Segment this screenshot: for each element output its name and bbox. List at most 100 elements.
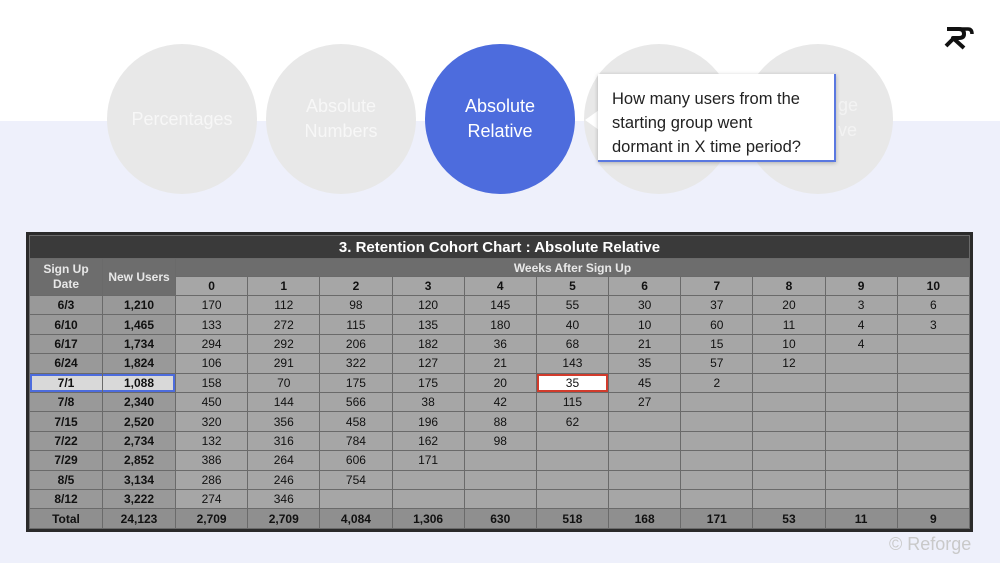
retention-value-cell bbox=[824, 430, 898, 452]
retention-value-cell bbox=[896, 353, 971, 374]
retention-value-cell: 11 bbox=[752, 314, 826, 335]
retention-value-cell: 115 bbox=[535, 392, 610, 413]
retention-value-cell: 135 bbox=[391, 314, 465, 335]
retention-value-cell: 35 bbox=[608, 353, 682, 374]
cohort-row: 6/17 1,734 294 292 206 182 36 68 21 15 10 4 bbox=[29, 333, 971, 355]
retention-value-cell: 57 bbox=[680, 353, 754, 374]
week-header-cell: 9 bbox=[824, 276, 898, 296]
week-header-cell: 7 bbox=[680, 276, 754, 296]
retention-value-cell bbox=[752, 372, 826, 394]
week-header-cell: 10 bbox=[896, 276, 971, 296]
sign-up-date-cell: 7/1 bbox=[29, 372, 103, 394]
view-mode-label: Absolute Relative bbox=[464, 96, 536, 141]
cohort-row: 6/3 1,210 170 112 98 120 145 55 30 37 20 3 6 bbox=[29, 294, 971, 316]
retention-value-cell bbox=[896, 489, 971, 510]
retention-value-cell bbox=[391, 469, 465, 491]
week-header-cell: 5 bbox=[535, 276, 610, 296]
view-mode-circle-2[interactable]: Absolute Relative bbox=[425, 44, 575, 194]
retention-value-cell bbox=[752, 489, 826, 510]
retention-value-cell: 450 bbox=[174, 392, 249, 413]
retention-value-cell: 38 bbox=[391, 392, 465, 413]
retention-value-cell: 20 bbox=[752, 294, 826, 316]
retention-value-cell bbox=[680, 450, 754, 471]
cohort-row: 7/15 2,520 320 356 458 196 88 62 bbox=[29, 411, 971, 432]
retention-value-cell bbox=[680, 469, 754, 491]
retention-value-cell: 162 bbox=[391, 430, 465, 452]
week-header-cell: 1 bbox=[247, 276, 321, 296]
retention-value-cell: 42 bbox=[463, 392, 537, 413]
sign-up-date-cell: 6/17 bbox=[29, 333, 103, 355]
retention-value-cell: 356 bbox=[247, 411, 321, 432]
retention-value-cell: 144 bbox=[247, 392, 321, 413]
total-value-cell: 53 bbox=[752, 508, 826, 529]
total-value-cell: 11 bbox=[824, 508, 898, 529]
new-users-cell: 1,734 bbox=[102, 333, 176, 355]
retention-value-cell: 70 bbox=[247, 372, 321, 394]
total-value-cell: 9 bbox=[896, 508, 971, 529]
view-mode-circle-1[interactable]: Absolute Numbers bbox=[266, 44, 416, 194]
view-mode-circle-0[interactable]: Percentages bbox=[107, 44, 257, 194]
total-value-cell: 171 bbox=[680, 508, 754, 529]
sign-up-date-cell: 7/15 bbox=[29, 411, 103, 432]
week-header-cell: 6 bbox=[608, 276, 682, 296]
retention-value-cell: 55 bbox=[535, 294, 610, 316]
retention-value-cell: 206 bbox=[319, 333, 393, 355]
new-users-cell: 1,824 bbox=[102, 353, 176, 374]
retention-value-cell: 106 bbox=[174, 353, 249, 374]
retention-value-cell: 264 bbox=[247, 450, 321, 471]
week-header-cell: 8 bbox=[752, 276, 826, 296]
cohort-row: 7/8 2,340 450 144 566 38 42 115 27 bbox=[29, 392, 971, 413]
retention-value-cell bbox=[535, 430, 610, 452]
retention-value-cell bbox=[896, 372, 971, 394]
retention-value-cell bbox=[608, 489, 682, 510]
sign-up-date-cell: 7/29 bbox=[29, 450, 103, 471]
retention-value-cell: 386 bbox=[174, 450, 249, 471]
retention-value-cell bbox=[463, 450, 537, 471]
retention-value-cell: 158 bbox=[174, 372, 249, 394]
retention-value-cell bbox=[535, 469, 610, 491]
retention-value-cell bbox=[535, 489, 610, 510]
retention-value-cell: 171 bbox=[391, 450, 465, 471]
cohort-row: 8/12 3,222 274 346 bbox=[29, 489, 971, 510]
sign-up-date-cell: 8/12 bbox=[29, 489, 103, 510]
sign-up-date-cell: 7/22 bbox=[29, 430, 103, 452]
retention-value-cell bbox=[824, 411, 898, 432]
retention-value-cell: 175 bbox=[319, 372, 393, 394]
retention-value-cell: 272 bbox=[247, 314, 321, 335]
retention-value-cell bbox=[752, 430, 826, 452]
total-value-cell: 1,306 bbox=[391, 508, 465, 529]
retention-value-cell bbox=[824, 392, 898, 413]
retention-value-cell bbox=[824, 450, 898, 471]
retention-value-cell: 10 bbox=[752, 333, 826, 355]
retention-value-cell: 182 bbox=[391, 333, 465, 355]
retention-value-cell bbox=[535, 450, 610, 471]
sign-up-date-header: Sign Up Date bbox=[29, 258, 103, 296]
cohort-row: 6/10 1,465 133 272 115 135 180 40 10 60 11 4 3 bbox=[29, 314, 971, 335]
retention-value-cell bbox=[463, 469, 537, 491]
retention-value-cell bbox=[608, 469, 682, 491]
retention-value-cell: 143 bbox=[535, 353, 610, 374]
retention-value-cell bbox=[608, 450, 682, 471]
cohort-row: 7/1 1,088 158 70 175 175 20 35 45 2 bbox=[29, 372, 971, 394]
retention-value-cell: 274 bbox=[174, 489, 249, 510]
retention-value-cell: 68 bbox=[535, 333, 610, 355]
sign-up-date-cell: 6/10 bbox=[29, 314, 103, 335]
retention-value-cell bbox=[824, 353, 898, 374]
sign-up-date-cell: 8/5 bbox=[29, 469, 103, 491]
weeks-header: Weeks After Sign Up bbox=[175, 258, 970, 277]
retention-value-cell: 3 bbox=[824, 294, 898, 316]
retention-value-cell: 754 bbox=[319, 469, 393, 491]
week-header-cell: 4 bbox=[463, 276, 537, 296]
retention-value-cell: 180 bbox=[463, 314, 537, 335]
cohort-table: 3. Retention Cohort Chart : Absolute Rel… bbox=[29, 235, 971, 529]
hidden-circle-label-fragment: ge bbox=[838, 95, 859, 115]
retention-value-cell bbox=[896, 430, 971, 452]
retention-value-cell: 27 bbox=[608, 392, 682, 413]
week-header-cell: 2 bbox=[319, 276, 393, 296]
new-users-cell: 3,222 bbox=[102, 489, 176, 510]
total-users: 24,123 bbox=[102, 508, 176, 529]
retention-value-cell: 606 bbox=[319, 450, 393, 471]
retention-value-cell: 120 bbox=[391, 294, 465, 316]
view-mode-label: Absolute Numbers bbox=[304, 96, 378, 141]
retention-value-cell bbox=[896, 411, 971, 432]
